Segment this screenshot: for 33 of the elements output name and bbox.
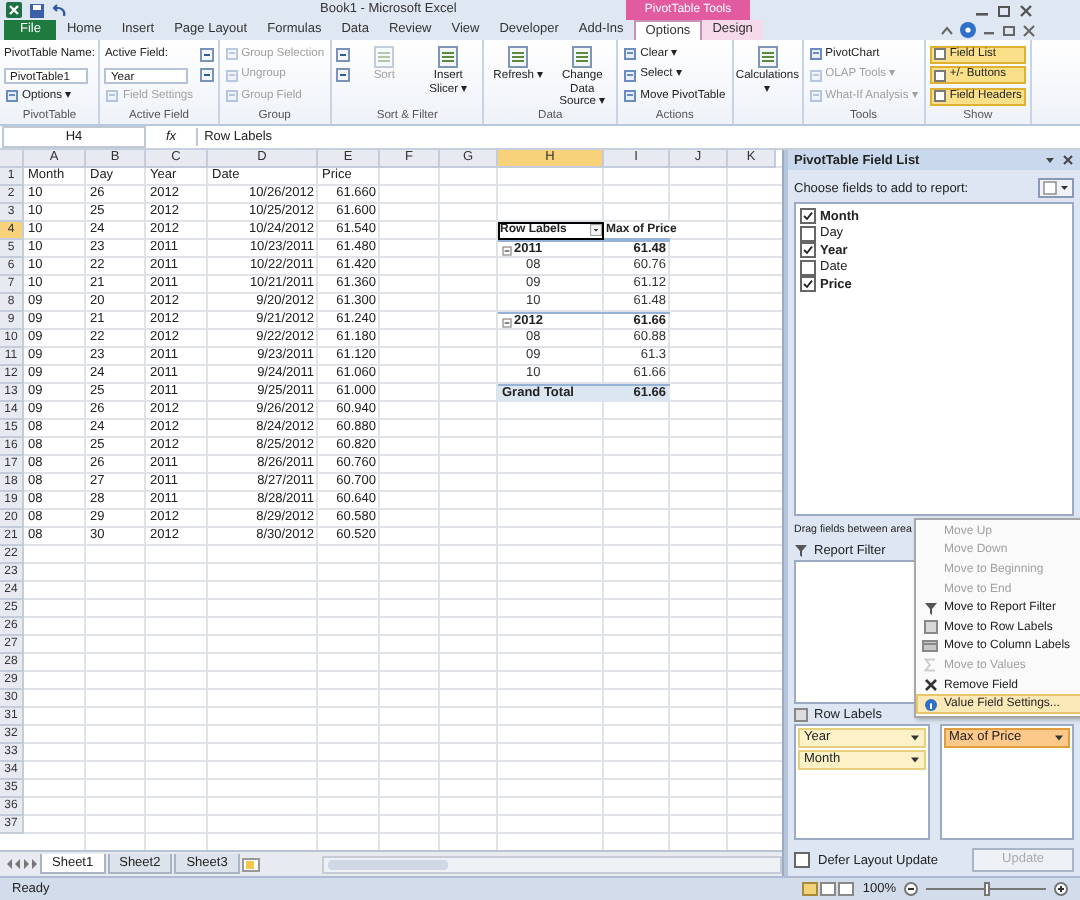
close-icon[interactable] (1018, 3, 1034, 17)
dropdown-icon[interactable] (590, 224, 602, 236)
collapse-icon[interactable] (502, 317, 512, 327)
info-icon (923, 697, 937, 712)
view-buttons-icon[interactable] (802, 882, 855, 896)
collapse-icon[interactable] (502, 245, 512, 255)
undo-icon[interactable] (52, 3, 68, 17)
filter-icon (923, 601, 937, 616)
dropdown-icon[interactable] (909, 756, 919, 764)
collapse-ribbon-icon[interactable] (940, 23, 954, 37)
checkbox[interactable] (800, 208, 816, 225)
help-icon[interactable] (960, 22, 976, 38)
close-icon (923, 678, 937, 693)
dropdown-icon[interactable] (909, 734, 919, 742)
zoom-slider-thumb[interactable] (983, 882, 989, 896)
checkbox[interactable] (800, 225, 816, 242)
new-sheet-icon[interactable] (241, 857, 260, 871)
app-icon (6, 2, 22, 18)
sheet-nav-icon[interactable] (6, 858, 38, 870)
close-icon[interactable] (1062, 154, 1074, 166)
zoom-in-icon[interactable] (1054, 882, 1068, 896)
checkbox[interactable] (800, 242, 816, 259)
layout-button-icon[interactable] (1038, 178, 1074, 198)
zoom-out-icon[interactable] (904, 882, 918, 896)
save-icon[interactable] (30, 3, 44, 17)
scrollbar[interactable] (321, 855, 782, 873)
sigma-icon (924, 658, 936, 673)
dropdown-icon[interactable] (1054, 734, 1064, 742)
checkbox[interactable] (794, 852, 810, 868)
dropdown-icon[interactable] (1044, 154, 1056, 166)
close-icon[interactable] (1022, 23, 1036, 37)
checkbox[interactable] (800, 259, 816, 276)
checkbox[interactable] (800, 276, 816, 293)
